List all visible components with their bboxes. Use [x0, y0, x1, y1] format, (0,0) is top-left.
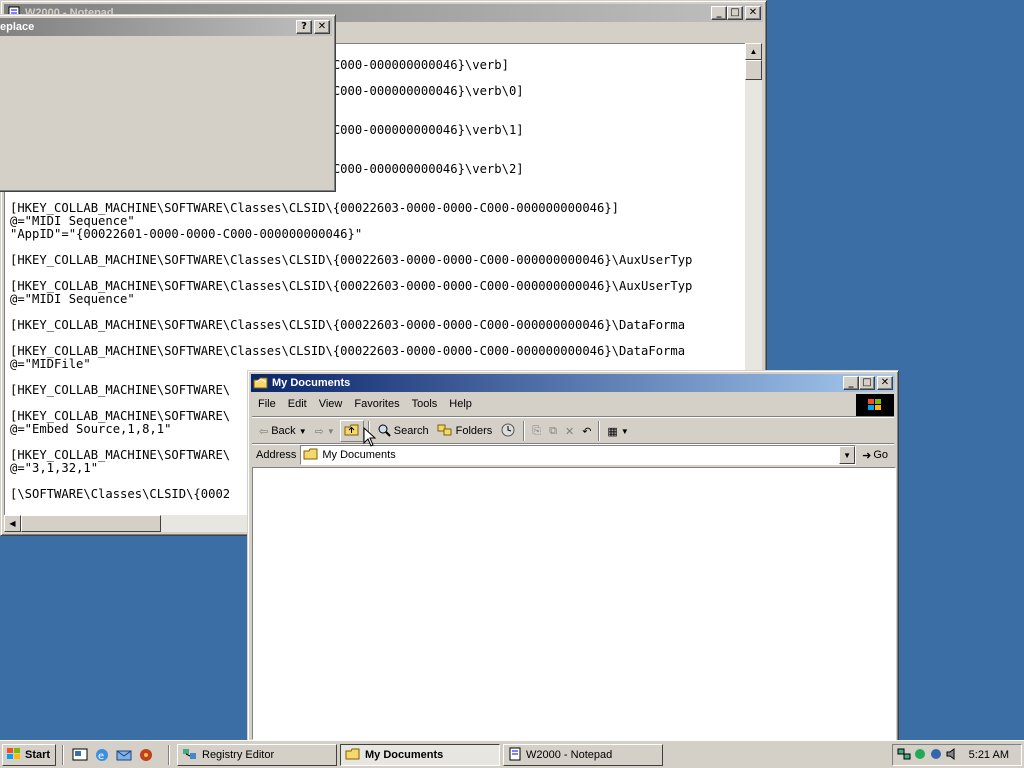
scroll-up-icon[interactable]: ▲: [745, 43, 762, 60]
history-icon: [500, 422, 516, 441]
toolbar-separator: [523, 421, 526, 441]
vertical-scroll-thumb[interactable]: [745, 60, 762, 80]
system-tray: 5:21 AM: [892, 744, 1022, 766]
start-label: Start: [25, 749, 51, 761]
close-button[interactable]: ✕: [877, 376, 893, 390]
chevron-down-icon: ▼: [326, 426, 335, 436]
replace-titlebar[interactable]: eplace ? ✕: [0, 18, 332, 36]
folders-icon: [437, 423, 453, 440]
chevron-down-icon: ▼: [298, 426, 307, 436]
replace-dialog[interactable]: eplace ? ✕: [0, 14, 336, 192]
maximize-button[interactable]: □: [859, 376, 875, 390]
address-value: My Documents: [322, 449, 396, 461]
minimize-button[interactable]: _: [711, 6, 727, 20]
folder-icon: [303, 447, 319, 464]
file-list-area[interactable]: [252, 467, 896, 740]
address-dropdown-button[interactable]: ▼: [839, 446, 856, 464]
svg-text:e: e: [98, 751, 104, 762]
notepad-icon: [508, 747, 522, 764]
show-desktop-icon[interactable]: [72, 747, 88, 763]
address-label: Address: [256, 449, 297, 461]
forward-arrow-icon: ⇨: [314, 425, 324, 438]
menubar-separator: [252, 416, 894, 418]
folder-icon: [345, 747, 361, 764]
task-my-documents[interactable]: My Documents: [340, 744, 500, 766]
help-button[interactable]: ?: [296, 20, 312, 34]
views-button[interactable]: ▦ ▼: [604, 420, 631, 442]
explorer-toolbar: ⇦ Back ▼ ⇨ ▼ Search Folders ⎘ ⧉ ✕ ↶ ▦ ▼: [252, 419, 894, 443]
explorer-title: My Documents: [272, 377, 351, 389]
copy-to-icon: ⧉: [549, 424, 557, 437]
address-input[interactable]: My Documents ▼: [300, 445, 857, 465]
back-label: Back: [271, 425, 296, 437]
back-arrow-icon: ⇦: [259, 425, 269, 438]
scroll-left-icon[interactable]: ◀: [4, 515, 21, 532]
history-button[interactable]: [497, 420, 519, 442]
network-icon[interactable]: [897, 747, 911, 764]
maximize-button[interactable]: □: [727, 6, 743, 20]
explorer-window[interactable]: My Documents _ □ ✕ File Edit View Favori…: [247, 370, 899, 743]
delete-icon: ✕: [564, 425, 575, 438]
task-label: My Documents: [365, 749, 444, 761]
outlook-express-icon[interactable]: [116, 747, 132, 763]
replace-title: eplace: [0, 21, 35, 33]
views-icon: ▦: [607, 425, 618, 438]
tray-app-icon[interactable]: [929, 747, 943, 764]
folders-label: Folders: [455, 425, 493, 437]
dialog-close-button[interactable]: ✕: [314, 20, 330, 34]
quicklaunch-separator: [168, 745, 170, 765]
start-button[interactable]: Start: [2, 744, 56, 766]
media-player-icon[interactable]: [138, 747, 154, 763]
back-button[interactable]: ⇦ Back ▼: [256, 420, 310, 442]
close-button[interactable]: ✕: [745, 6, 761, 20]
menu-tools[interactable]: Tools: [406, 398, 444, 410]
registry-editor-icon: [182, 747, 198, 764]
search-icon: [377, 423, 391, 440]
move-to-button[interactable]: ⎘: [529, 420, 544, 442]
copy-to-button[interactable]: ⧉: [546, 420, 560, 442]
tray-speaker-icon[interactable]: [945, 747, 959, 764]
taskbar: Start e Registry Editor My Documents W20…: [0, 740, 1024, 768]
task-registry-editor[interactable]: Registry Editor: [177, 744, 337, 766]
undo-button[interactable]: ↶: [579, 420, 594, 442]
explorer-titlebar[interactable]: My Documents _ □ ✕: [251, 374, 895, 392]
menu-edit[interactable]: Edit: [282, 398, 313, 410]
forward-button[interactable]: ⇨ ▼: [312, 420, 338, 442]
move-to-icon: ⎘: [532, 424, 542, 437]
delete-button[interactable]: ✕: [562, 420, 577, 442]
go-label: Go: [873, 449, 888, 461]
horizontal-scroll-thumb[interactable]: [21, 515, 161, 532]
explorer-menubar: File Edit View Favorites Tools Help: [252, 394, 894, 414]
task-label: Registry Editor: [202, 749, 275, 761]
search-label: Search: [393, 425, 429, 437]
go-arrow-icon: ➜: [862, 449, 872, 462]
menu-favorites[interactable]: Favorites: [348, 398, 405, 410]
folders-button[interactable]: Folders: [434, 420, 496, 442]
volume-icon[interactable]: [913, 747, 927, 764]
up-folder-button[interactable]: [339, 420, 364, 442]
up-folder-icon: [344, 423, 360, 440]
mouse-cursor-icon: [363, 427, 377, 447]
task-notepad[interactable]: W2000 - Notepad: [503, 744, 663, 766]
search-button[interactable]: Search: [374, 420, 432, 442]
menu-file[interactable]: File: [252, 398, 282, 410]
chevron-down-icon: ▼: [620, 426, 629, 436]
quicklaunch-separator: [62, 745, 64, 765]
task-label: W2000 - Notepad: [526, 749, 613, 761]
windows-logo-icon: [856, 394, 894, 416]
menu-view[interactable]: View: [313, 398, 349, 410]
quick-launch: e: [72, 747, 154, 763]
minimize-button[interactable]: _: [843, 376, 859, 390]
windows-logo-icon: [6, 747, 22, 764]
toolbar-separator: [598, 421, 601, 441]
address-bar: Address My Documents ▼ ➜ Go: [252, 444, 894, 466]
go-button[interactable]: ➜ Go: [856, 445, 894, 465]
clock[interactable]: 5:21 AM: [969, 749, 1009, 761]
internet-explorer-icon[interactable]: e: [94, 747, 110, 763]
menu-help[interactable]: Help: [443, 398, 478, 410]
undo-icon: ↶: [582, 425, 592, 438]
folder-icon: [253, 376, 269, 390]
